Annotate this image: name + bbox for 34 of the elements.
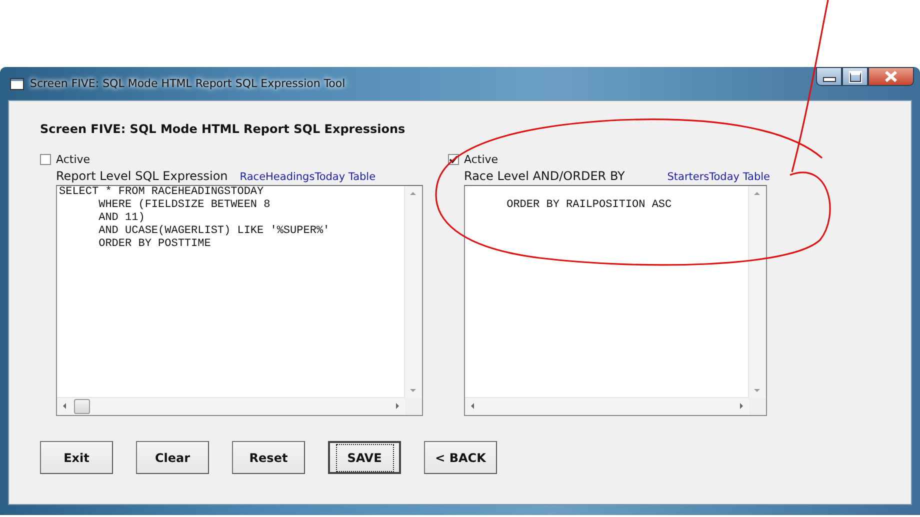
close-icon — [884, 71, 898, 82]
maximize-button[interactable] — [842, 67, 868, 86]
checkbox-label[interactable]: Active — [56, 152, 90, 166]
dialog-button[interactable]: SAVE — [328, 441, 401, 474]
sql-text-area[interactable]: SELECT * FROM RACEHEADINGSTODAY WHERE (FIELDSIZE BETWEEN 8 AND 11) AND UCASE(WAGERLIST) LIKE '%SUPER%' ORDER BY POSTTIME — [56, 185, 423, 416]
table-link[interactable]: RaceHeadingsToday Table — [240, 171, 376, 183]
window-title: Screen FIVE: SQL Mode HTML Report SQL Expression Tool — [30, 77, 346, 90]
close-button[interactable] — [868, 67, 914, 86]
window-icon — [10, 78, 24, 90]
sql-line: AND 11) — [98, 212, 145, 225]
dialog-button[interactable]: Reset — [232, 441, 305, 474]
sql-line: ORDER BY RAILPOSITION ASC — [506, 199, 672, 212]
sql-line: SELECT * FROM RACEHEADINGSTODAY — [59, 186, 264, 199]
sql-line: AND UCASE(WAGERLIST) LIKE '%SUPER%' — [98, 225, 330, 238]
minimize-button[interactable] — [816, 67, 842, 86]
sql-line: WHERE (FIELDSIZE BETWEEN 8 — [98, 199, 270, 212]
dialog-button[interactable]: Exit — [40, 441, 113, 474]
dialog-button[interactable]: Clear — [136, 441, 209, 474]
horizontal-scrollbar[interactable] — [465, 397, 749, 415]
scroll-thumb[interactable] — [74, 399, 90, 414]
scrollbar-corner — [405, 398, 422, 415]
dialog-heading: Screen FIVE: SQL Mode HTML Report SQL Expressions — [40, 122, 406, 136]
field-label: Report Level SQL Expression — [56, 169, 228, 183]
scrollbar-corner — [749, 398, 766, 415]
horizontal-scrollbar[interactable] — [57, 397, 405, 415]
sql-text-area[interactable]: ORDER BY RAILPOSITION ASC — [464, 185, 767, 416]
checkbox[interactable] — [40, 154, 51, 164]
vertical-scrollbar[interactable] — [748, 186, 766, 398]
checkbox-label[interactable]: Active — [464, 152, 498, 166]
vertical-scrollbar[interactable] — [404, 186, 422, 398]
field-label: Race Level AND/ORDER BY — [464, 169, 625, 183]
dialog-button[interactable]: < BACK — [424, 441, 497, 474]
table-link[interactable]: StartersToday Table — [667, 171, 770, 183]
sql-line: ORDER BY POSTTIME — [98, 238, 211, 251]
